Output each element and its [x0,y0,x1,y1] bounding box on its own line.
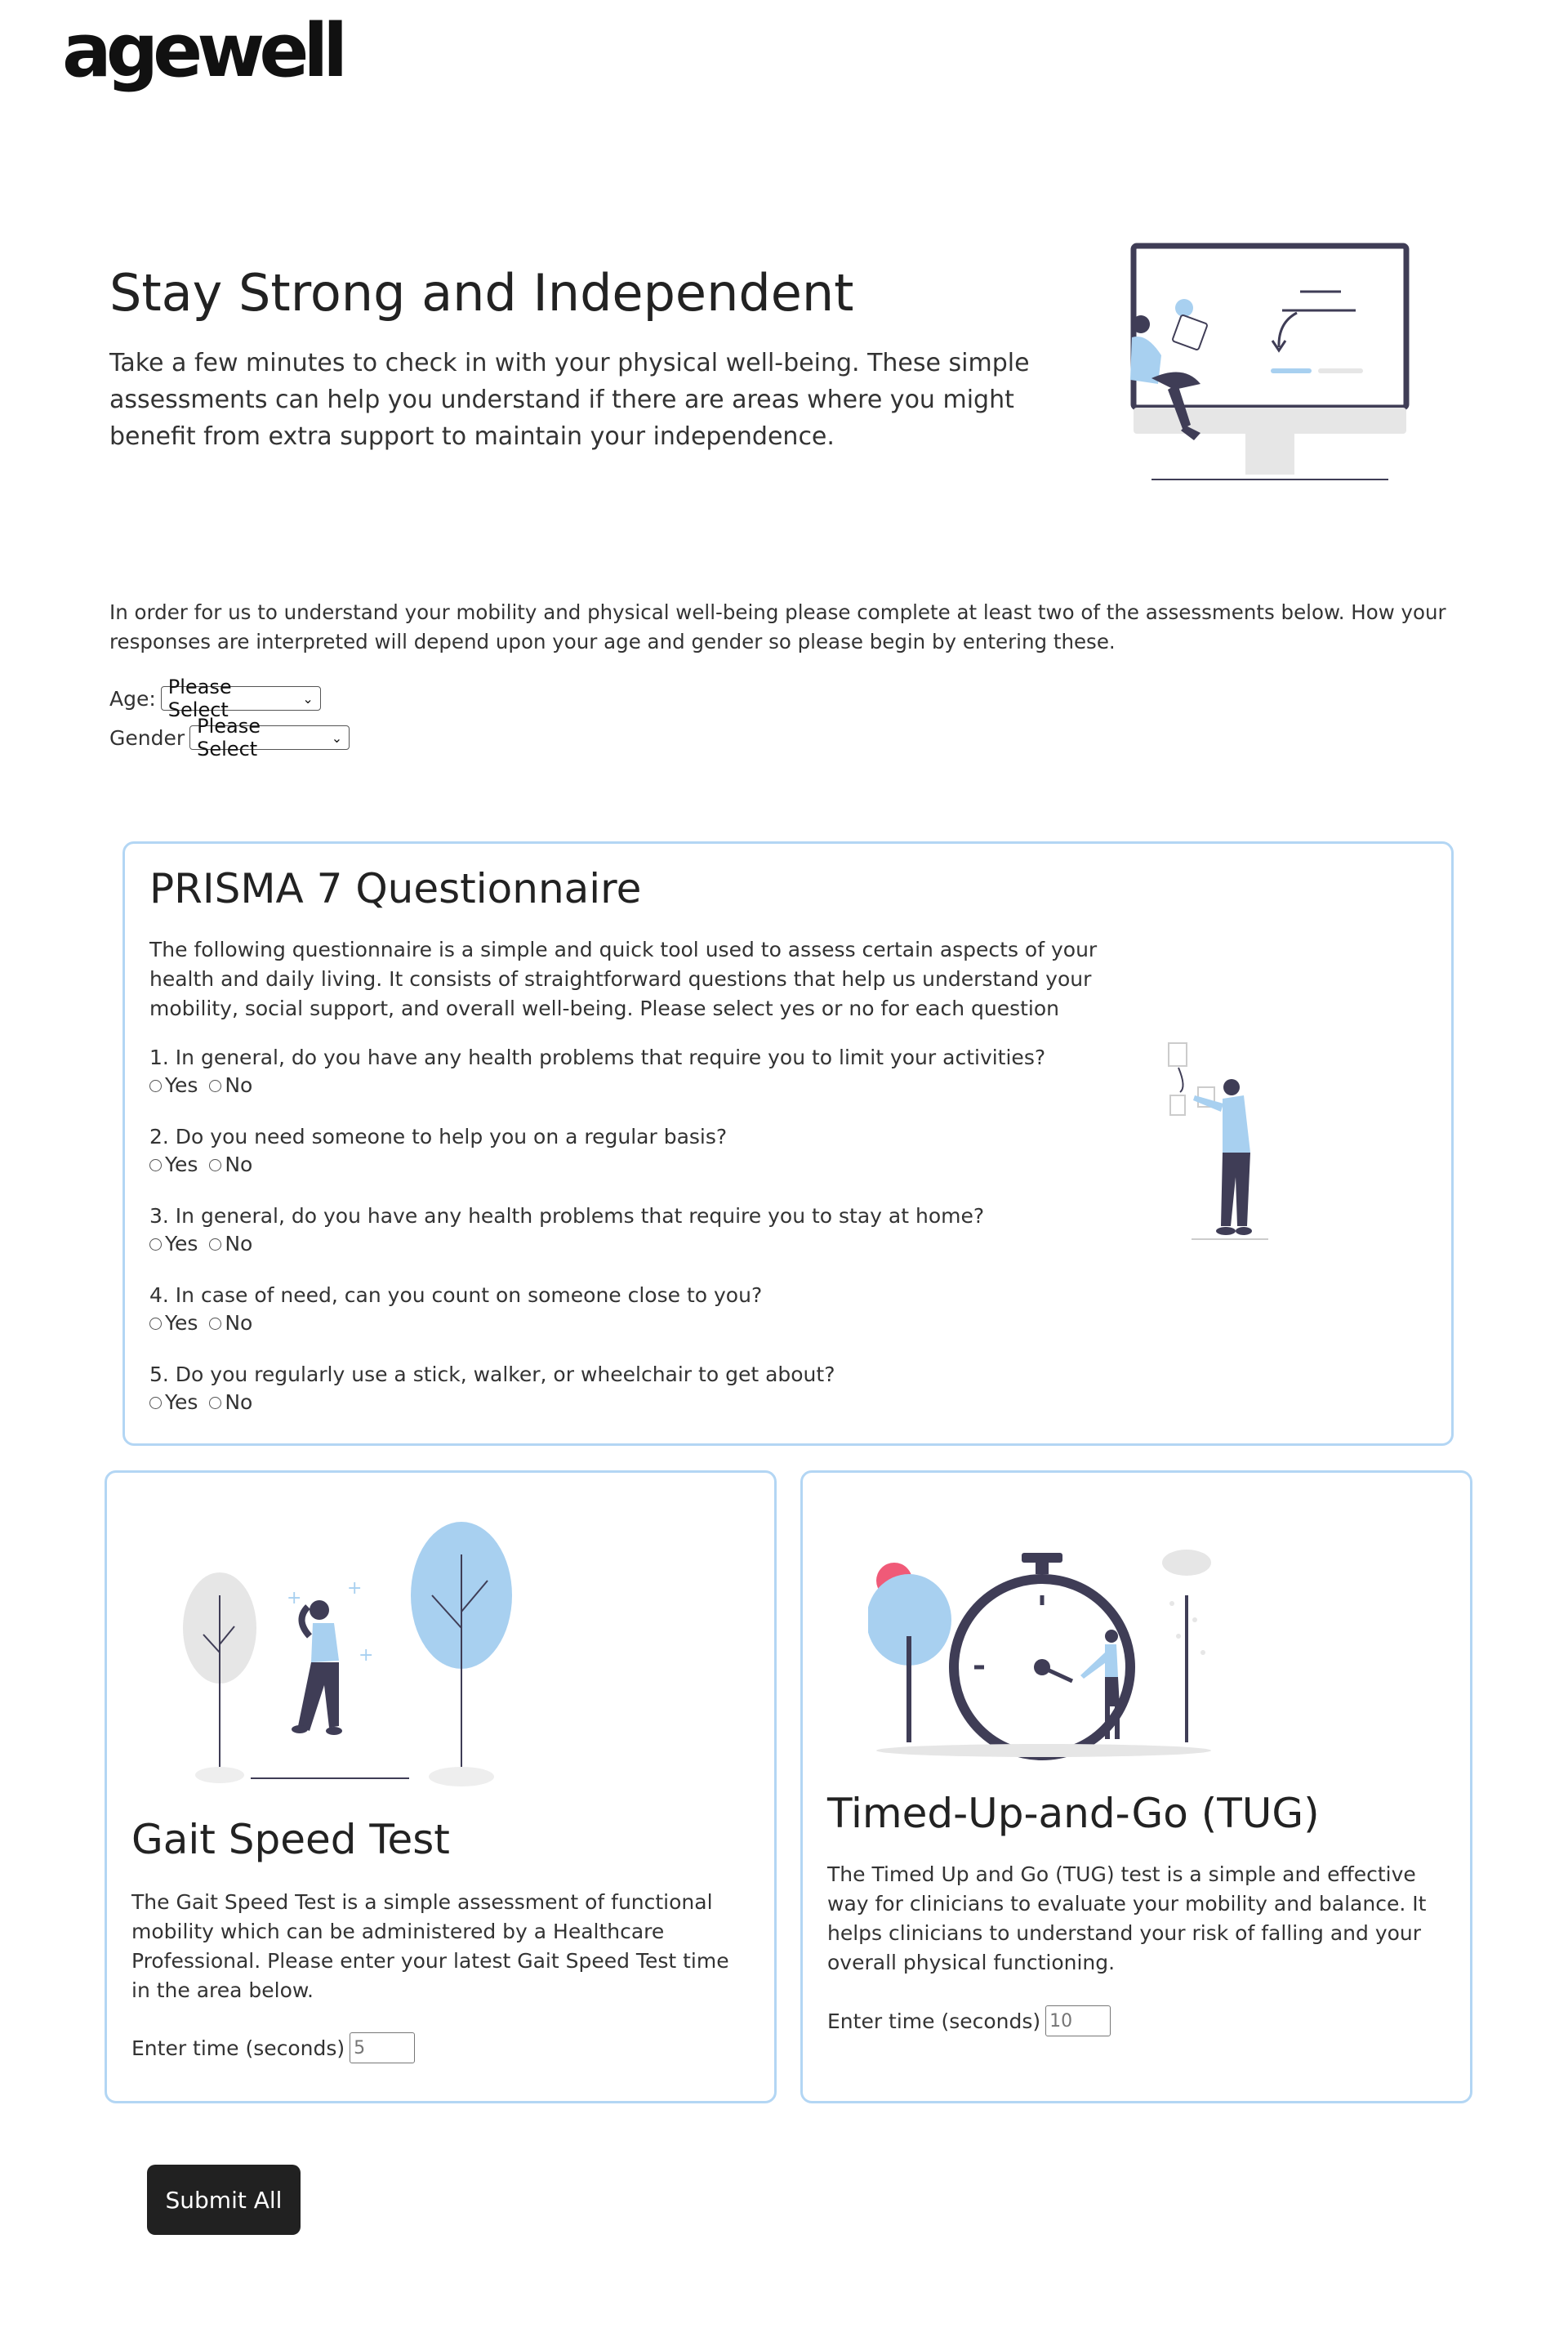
age-label: Age: [109,686,156,711]
question-text: 4. In case of need, can you count on som… [149,1283,763,1307]
question-2: 2. Do you need someone to help you on a … [149,1122,1170,1178]
svg-text:+: + [359,1645,373,1666]
questionnaire-illustration [1168,1042,1268,1240]
question-5: 5. Do you regularly use a stick, walker,… [149,1360,1170,1416]
agewell-logo[interactable]: agewell [62,15,348,88]
answer-group: Yes No [149,1152,1170,1178]
gait-time-input[interactable] [350,2032,416,2063]
answer-group: Yes No [149,1073,1170,1099]
answer-group: Yes No [149,1231,1170,1257]
question-text: 1. In general, do you have any health pr… [149,1046,1046,1069]
no-label: No [225,1073,253,1097]
yes-label: Yes [165,1153,198,1176]
prisma-card: PRISMA 7 Questionnaire The following que… [122,841,1454,1446]
question-3: 3. In general, do you have any health pr… [149,1202,1170,1257]
no-radio[interactable] [209,1079,222,1092]
no-radio[interactable] [209,1238,222,1251]
tug-card: Timed-Up-and-Go (TUG) The Timed Up and G… [800,1470,1472,2103]
yes-label: Yes [165,1311,198,1335]
gait-speed-card: + + + Gait Speed Test The Gait Speed Tes… [105,1470,777,2103]
gait-time-label: Enter time (seconds) [131,2036,345,2060]
chevron-down-icon: ⌄ [331,729,343,746]
svg-text:+: + [347,1578,362,1599]
no-radio[interactable] [209,1158,222,1171]
no-label: No [225,1232,253,1256]
yes-radio[interactable] [149,1317,162,1330]
yes-label: Yes [165,1390,198,1414]
chevron-down-icon: ⌄ [302,690,314,707]
prisma-title: PRISMA 7 Questionnaire [149,865,642,912]
yes-radio[interactable] [149,1158,162,1171]
hero-description: Take a few minutes to check in with your… [109,349,1030,451]
gait-time-row: Enter time (seconds) [131,2032,416,2063]
answer-group: Yes No [149,1310,1170,1336]
yes-label: Yes [165,1232,198,1256]
svg-text:+: + [287,1588,301,1608]
gait-speed-title: Gait Speed Test [131,1816,450,1863]
yes-radio[interactable] [149,1079,162,1092]
gait-speed-illustration: + + + [183,1522,512,1786]
tug-time-label: Enter time (seconds) [827,2009,1041,2033]
gait-speed-description: The Gait Speed Test is a simple assessme… [131,1890,729,2002]
gender-label: Gender [109,725,185,750]
answer-group: Yes No [149,1389,1170,1416]
question-4: 4. In case of need, can you count on som… [149,1281,1170,1336]
gender-field: Gender Please Select ⌄ [109,715,350,760]
tug-description: The Timed Up and Go (TUG) test is a simp… [827,1862,1427,1974]
yes-radio[interactable] [149,1238,162,1251]
question-text: 2. Do you need someone to help you on a … [149,1125,728,1148]
yes-radio[interactable] [149,1396,162,1409]
no-label: No [225,1311,253,1335]
tug-title: Timed-Up-and-Go (TUG) [827,1790,1320,1837]
no-radio[interactable] [209,1317,222,1330]
no-label: No [225,1390,253,1414]
tug-time-input[interactable] [1045,2005,1111,2036]
age-field: Age: Please Select ⌄ [109,676,321,721]
no-radio[interactable] [209,1396,222,1409]
question-text: 3. In general, do you have any health pr… [149,1204,985,1228]
prisma-intro: The following questionnaire is a simple … [149,938,1098,1020]
gender-select[interactable]: Please Select ⌄ [189,715,350,760]
age-select[interactable]: Please Select ⌄ [160,676,321,721]
hero-illustration [1130,243,1410,480]
question-1: 1. In general, do you have any health pr… [149,1043,1170,1099]
hero-title: Stay Strong and Independent [109,263,854,323]
no-label: No [225,1153,253,1176]
intro-text: In order for us to understand your mobil… [109,600,1446,653]
tug-time-row: Enter time (seconds) [827,2005,1111,2036]
question-text: 5. Do you regularly use a stick, walker,… [149,1363,835,1386]
tug-illustration [868,1550,1211,1760]
gender-select-value: Please Select [197,715,261,760]
yes-label: Yes [165,1073,198,1097]
submit-all-button[interactable]: Submit All [147,2165,301,2235]
